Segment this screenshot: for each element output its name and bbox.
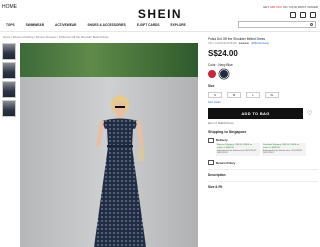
header-icons: [290, 12, 316, 18]
model-in-dress: [94, 95, 146, 247]
product-title: Polka Dot Off the Shoulder Belted Dress: [208, 37, 265, 41]
sku-row: SKU: sw2001212345728 ★★★★★ (1680 Reviews…: [208, 42, 318, 45]
description-section[interactable]: Description: [208, 169, 318, 177]
size-fit-label: Size & Fit: [208, 185, 223, 190]
color-swatches: [208, 70, 318, 78]
nav-shoes-accessories[interactable]: SHOES & ACCESSORIES: [87, 23, 125, 27]
price: S$24.00: [208, 49, 238, 58]
bag-icon[interactable]: [310, 12, 316, 18]
shipping-options: Express Shipping: S$5.00, FREE on orders…: [216, 143, 306, 157]
search-icon[interactable]: [309, 22, 313, 27]
delivery-row: Delivery Express Shipping: S$5.00, FREE …: [208, 138, 318, 157]
shipping-title: Shipping to Singapore: [208, 130, 247, 134]
nav-swimwear[interactable]: SWIMWEAR: [26, 23, 44, 27]
size-option-l[interactable]: L: [246, 92, 260, 98]
color-label: Color : Navy Blue: [208, 63, 233, 67]
search-input[interactable]: [238, 21, 316, 28]
product-info-panel: Polka Dot Off the Shoulder Belted Dress …: [208, 37, 318, 189]
points-note: Earn 17 SHEIN Points: [208, 122, 234, 125]
breadcrumb[interactable]: Home / Women Clothing / Women Dresses / …: [3, 35, 109, 39]
nav-egift-cards[interactable]: E-GIFT CARDS: [137, 23, 160, 27]
header-divider: [0, 31, 320, 32]
size-guide-link[interactable]: Size Guide: [208, 101, 318, 104]
wishlist-icon[interactable]: [300, 12, 306, 18]
main-nav: TOPS SWIMWEAR ACTIVEWEAR SHOES & ACCESSO…: [6, 23, 186, 27]
description-label: Description: [208, 173, 226, 178]
shein-logo[interactable]: SHEIN: [0, 7, 320, 21]
return-policy-row[interactable]: Return Policy: [208, 160, 318, 166]
rating-stars: ★★★★★: [238, 42, 249, 45]
thumbnail[interactable]: [2, 81, 16, 98]
heart-icon[interactable]: ♡: [307, 110, 312, 117]
size-option-m[interactable]: M: [227, 92, 241, 98]
thumbnail[interactable]: [2, 43, 16, 60]
return-icon: [208, 160, 214, 166]
standard-shipping-box: Standard Shipping: S$3.00, FREE on order…: [262, 143, 306, 157]
sku-text: SKU: sw2001212345728: [208, 42, 237, 45]
thumbnail[interactable]: [2, 100, 16, 117]
add-to-bag-button[interactable]: ADD TO BAG: [208, 108, 303, 119]
delivery-label: Delivery: [216, 138, 228, 142]
add-to-bag-row: ADD TO BAG ♡: [208, 108, 318, 119]
nav-explore[interactable]: EXPLORE: [170, 23, 185, 27]
nav-tops[interactable]: TOPS: [6, 23, 15, 27]
thumbnail-list: [2, 43, 16, 119]
color-swatch-navy[interactable]: [220, 70, 228, 78]
thumbnail[interactable]: [2, 62, 16, 79]
nav-activewear[interactable]: ACTIVEWEAR: [55, 23, 76, 27]
size-label: Size: [208, 84, 215, 88]
return-policy-label: Return Policy: [216, 160, 236, 165]
truck-icon: [208, 138, 214, 143]
size-fit-section[interactable]: Size & Fit: [208, 181, 318, 189]
foliage-background: [20, 43, 198, 77]
reviews-link[interactable]: (1680 Reviews): [251, 42, 269, 45]
product-main-image[interactable]: [20, 43, 198, 247]
size-options: S M L XL: [208, 92, 318, 98]
color-swatch-red[interactable]: [208, 70, 216, 78]
standard-estimate: Estimated to be delivered on 12/12/2021 …: [263, 149, 304, 155]
user-icon[interactable]: [290, 12, 296, 18]
express-estimate: Estimated to be delivered on 06/12/2021 …: [217, 149, 258, 155]
size-option-s[interactable]: S: [208, 92, 222, 98]
size-option-xl[interactable]: XL: [265, 92, 279, 98]
express-shipping-box: Express Shipping: S$5.00, FREE on orders…: [216, 143, 260, 157]
